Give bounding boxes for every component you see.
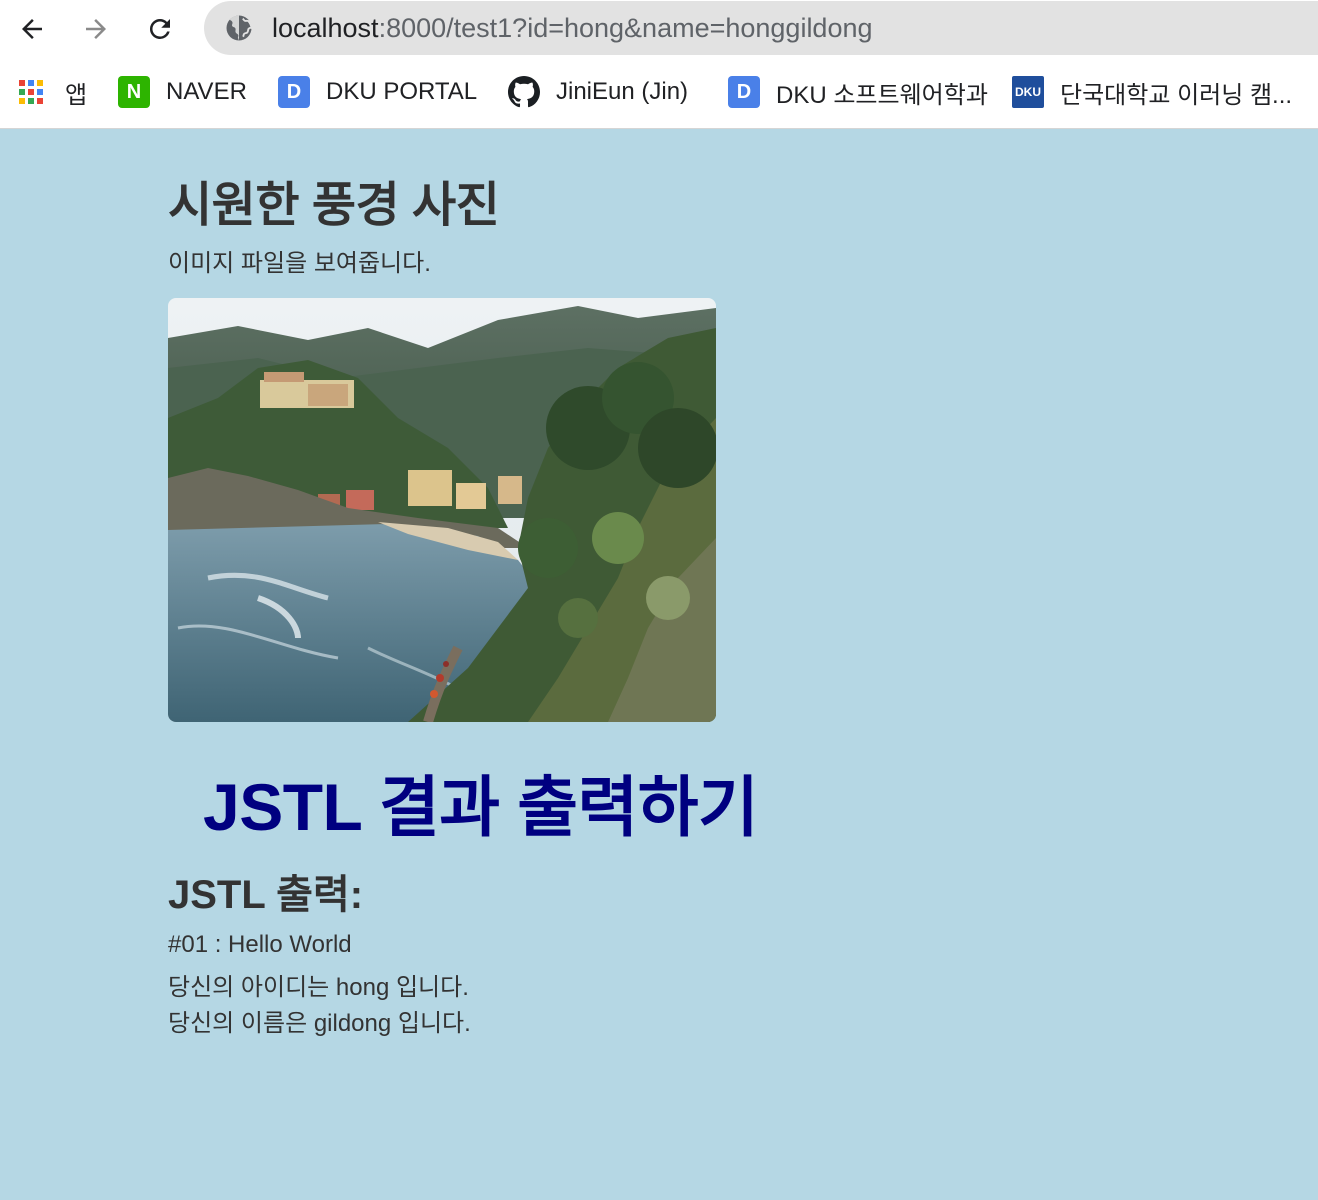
address-bar[interactable]: localhost:8000/test1?id=hong&name=honggi… xyxy=(204,1,1318,55)
dku-elearning-icon: DKU xyxy=(1012,76,1044,108)
output-line: #01 : Hello World xyxy=(168,931,352,958)
page-title: 시원한 풍경 사진 xyxy=(168,179,500,232)
landscape-image xyxy=(168,298,716,722)
bookmark-label: JiniEun (Jin) xyxy=(556,78,689,105)
globe-icon xyxy=(226,15,253,41)
bookmark-label: DKU PORTAL xyxy=(326,78,478,105)
naver-icon: N xyxy=(118,76,150,108)
bookmark-naver[interactable]: N NAVER xyxy=(118,74,247,110)
jstl-result-heading: JSTL 결과 출력하기 xyxy=(203,770,759,844)
bookmarks-bar: 앱 N NAVER D DKU PORTAL JiniEun (Jin) D D… xyxy=(0,58,1318,129)
bookmark-label: 앱 xyxy=(65,81,88,109)
reload-icon xyxy=(149,18,170,39)
url-text: localhost:8000/test1?id=hong&name=honggi… xyxy=(272,11,873,45)
bookmark-apps[interactable]: 앱 xyxy=(19,74,87,110)
back-arrow-icon xyxy=(22,19,42,39)
apps-grid-icon xyxy=(19,80,43,104)
reload-button[interactable] xyxy=(140,9,180,49)
bookmark-dku-elearning[interactable]: DKU 단국대학교 이러닝 캠... xyxy=(1012,74,1292,110)
dku-software-icon: D xyxy=(728,76,760,108)
bookmark-github[interactable]: JiniEun (Jin) xyxy=(508,74,688,110)
jstl-output-title: JSTL 출력: xyxy=(168,873,364,917)
bookmark-label: NAVER xyxy=(166,78,247,105)
coastal-landscape-photo xyxy=(168,298,716,722)
github-icon xyxy=(508,76,540,108)
page-description: 이미지 파일을 보여줍니다. xyxy=(168,250,431,277)
forward-button[interactable] xyxy=(76,9,116,49)
forward-arrow-icon xyxy=(86,19,106,39)
output-line: 당신의 아이디는 hong 입니다. xyxy=(168,974,469,1001)
bookmark-label: 단국대학교 이러닝 캠... xyxy=(1060,81,1293,109)
output-line: 당신의 이름은 gildong 입니다. xyxy=(168,1010,471,1037)
browser-toolbar: localhost:8000/test1?id=hong&name=honggi… xyxy=(0,0,1318,58)
bookmark-dku-software[interactable]: D DKU 소프트웨어학과 xyxy=(728,74,988,110)
back-button[interactable] xyxy=(12,9,52,49)
url-path: :8000/test1?id=hong&name=honggildong xyxy=(378,13,873,43)
bookmark-label: DKU 소프트웨어학과 xyxy=(776,81,988,109)
bookmark-dku-portal[interactable]: D DKU PORTAL xyxy=(278,74,477,110)
dku-portal-icon: D xyxy=(278,76,310,108)
url-host: localhost xyxy=(272,13,379,43)
